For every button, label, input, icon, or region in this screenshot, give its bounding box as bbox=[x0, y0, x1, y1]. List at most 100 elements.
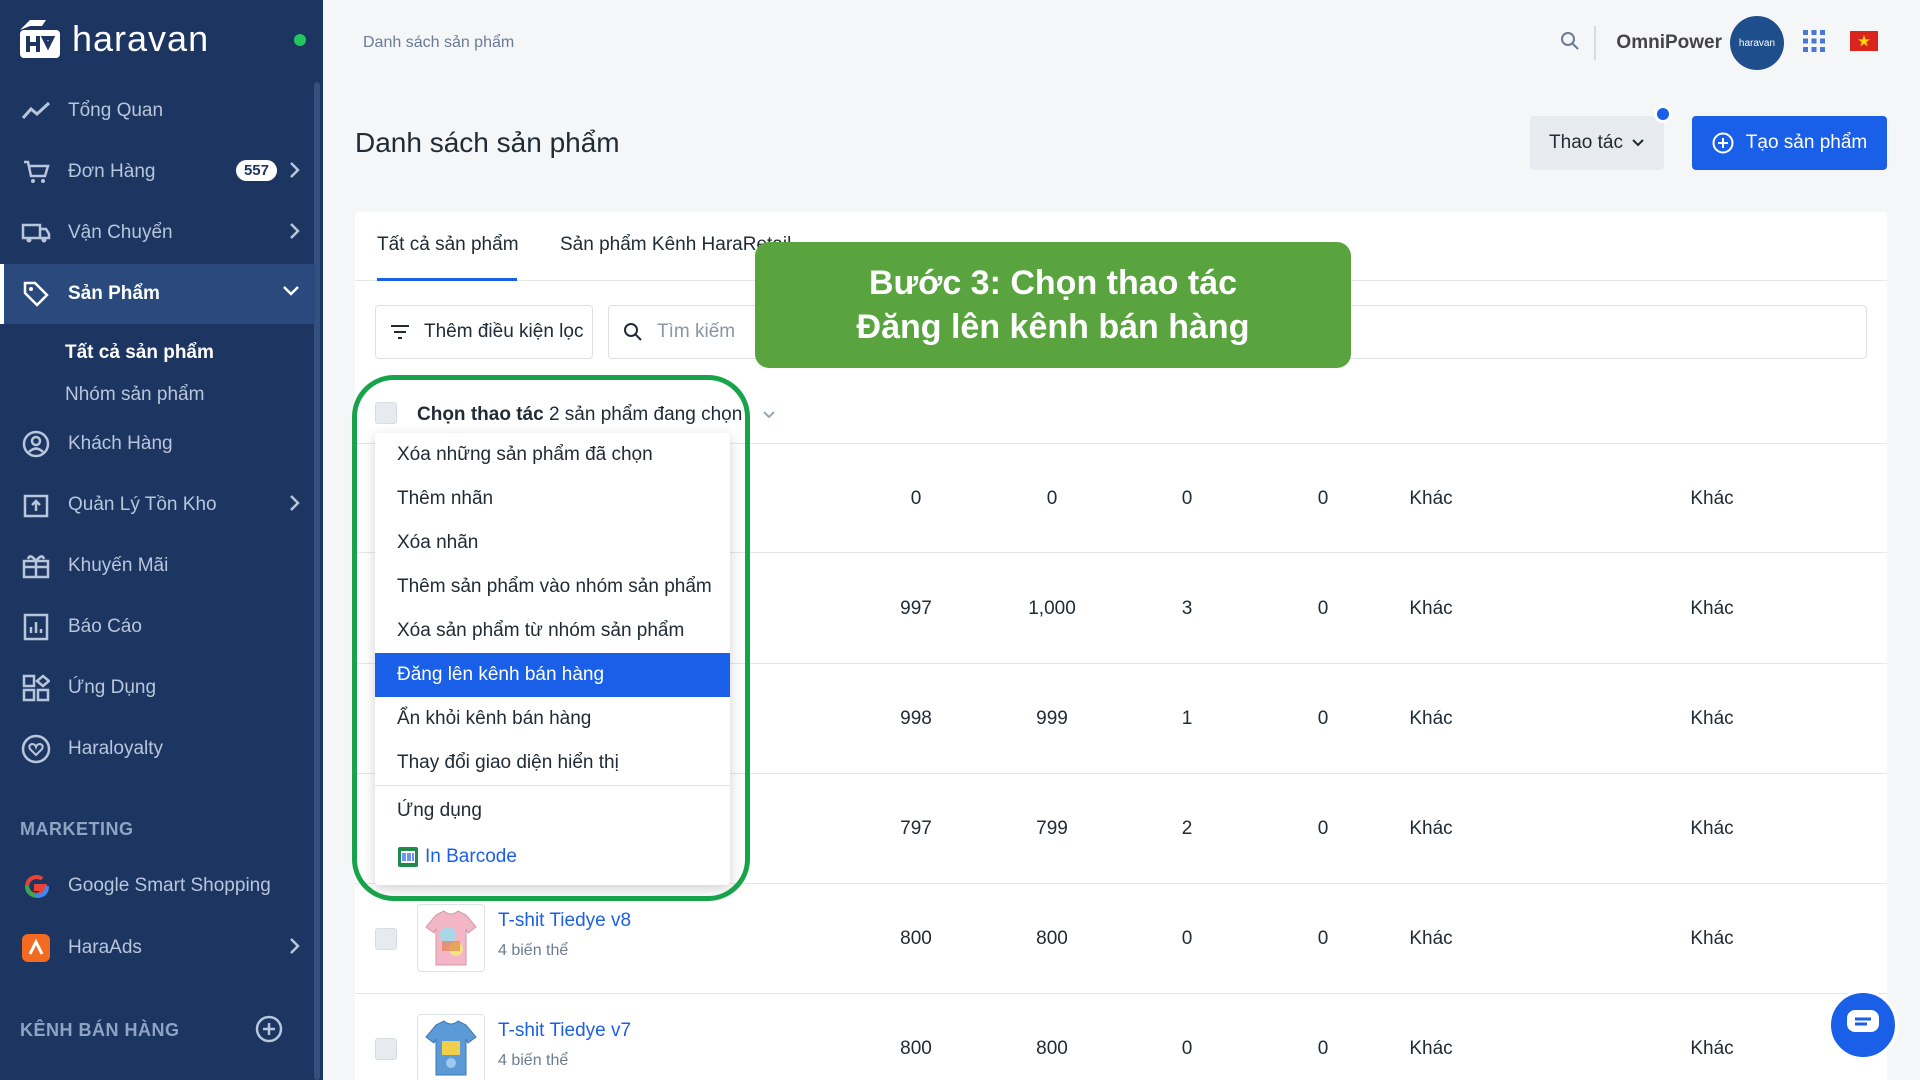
barcode-label: In Barcode bbox=[425, 846, 517, 867]
cell-value: 1,000 bbox=[1028, 598, 1076, 619]
haraads-icon bbox=[20, 932, 52, 964]
cell-value: 800 bbox=[1036, 1038, 1068, 1059]
cell-value: 0 bbox=[1317, 598, 1329, 619]
step-callout: Bước 3: Chọn thao tác Đăng lên kênh bán … bbox=[755, 242, 1351, 368]
haravan-logo[interactable]: haravan bbox=[16, 16, 209, 62]
cell-value: Khác bbox=[1409, 598, 1453, 619]
orders-count-badge: 557 bbox=[235, 160, 277, 181]
sidebar-item-haraloyalty[interactable]: Haraloyalty bbox=[0, 719, 315, 779]
search-placeholder: Tìm kiếm bbox=[657, 321, 736, 342]
chevron-right-icon bbox=[289, 160, 301, 186]
vietnam-flag-icon[interactable] bbox=[1850, 30, 1878, 56]
create-button-label: Tạo sản phẩm bbox=[1745, 132, 1868, 153]
sidebar-item-label: HaraAds bbox=[68, 937, 142, 958]
table-row[interactable]: T-shit Tiedye v8 4 biến thể 800 800 0 0 … bbox=[355, 884, 1887, 994]
cell-value: 0 bbox=[1181, 488, 1193, 509]
cell-value: 0 bbox=[1317, 818, 1329, 839]
sidebar-item-google-smart-shopping[interactable]: Google Smart Shopping bbox=[0, 856, 315, 916]
marketing-section-title: MARKETING bbox=[20, 819, 134, 839]
chevron-down-icon bbox=[1631, 132, 1645, 154]
app-grid-icon[interactable] bbox=[1802, 29, 1826, 58]
product-thumbnail[interactable] bbox=[417, 904, 485, 972]
sidebar-item-label: Khách Hàng bbox=[68, 433, 173, 454]
apps-icon bbox=[20, 672, 52, 704]
product-variants: 4 biến thể bbox=[498, 942, 569, 959]
sales-channels-section-title: KÊNH BÁN HÀNG bbox=[20, 1020, 180, 1040]
menu-item-remove-tag[interactable]: Xóa nhãn bbox=[375, 521, 730, 565]
topbar-right: OmniPower haravan bbox=[1560, 14, 1920, 72]
row-checkbox[interactable] bbox=[375, 1038, 397, 1060]
product-name-link[interactable]: T-shit Tiedye v7 bbox=[498, 1020, 631, 1042]
active-tab-indicator bbox=[377, 278, 517, 281]
product-variants: 4 biến thể bbox=[498, 1052, 569, 1069]
sidebar-item-products[interactable]: Sản Phẩm bbox=[0, 264, 315, 324]
bulk-action-dropdown: Xóa những sản phẩm đã chọn Thêm nhãn Xóa… bbox=[375, 433, 730, 885]
sidebar-item-promotions[interactable]: Khuyến Mãi bbox=[0, 536, 315, 596]
cell-value: 0 bbox=[1317, 1038, 1329, 1059]
inventory-icon bbox=[20, 489, 52, 521]
menu-item-delete-selected[interactable]: Xóa những sản phẩm đã chọn bbox=[375, 433, 730, 477]
cell-value: Khác bbox=[1409, 708, 1453, 729]
actions-dropdown-button[interactable]: Thao tác bbox=[1530, 116, 1664, 170]
sidebar-item-haraads[interactable]: HaraAds bbox=[0, 918, 315, 978]
cell-value: 998 bbox=[900, 708, 932, 729]
haravan-logo-icon bbox=[16, 16, 68, 62]
online-status-dot bbox=[294, 34, 306, 46]
bulk-action-label: Chọn thao tác bbox=[417, 404, 544, 425]
sidebar-item-label: Vận Chuyển bbox=[68, 222, 173, 243]
select-all-checkbox[interactable] bbox=[375, 402, 397, 424]
cell-value: 0 bbox=[1317, 928, 1329, 949]
avatar[interactable]: haravan bbox=[1730, 16, 1784, 70]
bulk-action-selector[interactable]: Chọn thao tác 2 sản phẩm đang chọn bbox=[417, 404, 776, 426]
chat-button[interactable] bbox=[1828, 990, 1898, 1060]
cell-value: 2 bbox=[1181, 818, 1193, 839]
cell-value: 800 bbox=[1036, 928, 1068, 949]
row-checkbox[interactable] bbox=[375, 928, 397, 950]
sidebar-item-label: Sản Phẩm bbox=[68, 283, 160, 304]
menu-item-print-barcode[interactable]: In Barcode bbox=[375, 835, 730, 879]
product-name-link[interactable]: T-shit Tiedye v8 bbox=[498, 910, 631, 932]
tab-all-products[interactable]: Tất cả sản phẩm bbox=[377, 234, 519, 256]
menu-item-publish-to-channel[interactable]: Đăng lên kênh bán hàng bbox=[375, 653, 730, 697]
menu-item-remove-from-group[interactable]: Xóa sản phẩm từ nhóm sản phẩm bbox=[375, 609, 730, 653]
table-row[interactable]: T-shit Tiedye v7 4 biến thể 800 800 0 0 … bbox=[355, 994, 1887, 1080]
avatar-text: haravan bbox=[1738, 37, 1776, 49]
menu-item-add-to-group[interactable]: Thêm sản phẩm vào nhóm sản phẩm bbox=[375, 565, 730, 609]
search-icon[interactable] bbox=[1560, 31, 1580, 56]
cell-value: Khác bbox=[1409, 928, 1453, 949]
cell-value: Khác bbox=[1409, 488, 1453, 509]
sidebar-item-customers[interactable]: Khách Hàng bbox=[0, 414, 315, 474]
cell-value: 0 bbox=[910, 488, 922, 509]
menu-divider bbox=[375, 785, 730, 786]
actions-button-label: Thao tác bbox=[1549, 132, 1623, 153]
product-thumbnail[interactable] bbox=[417, 1014, 485, 1080]
sidebar-item-reports[interactable]: Báo Cáo bbox=[0, 597, 315, 657]
cell-value: 800 bbox=[900, 1038, 932, 1059]
add-channel-icon[interactable] bbox=[255, 1015, 283, 1048]
menu-item-change-template[interactable]: Thay đổi giao diện hiển thị bbox=[375, 741, 730, 785]
menu-item-add-tag[interactable]: Thêm nhãn bbox=[375, 477, 730, 521]
filter-icon bbox=[390, 324, 410, 340]
sidebar-item-inventory[interactable]: Quản Lý Tồn Kho bbox=[0, 475, 315, 535]
chat-icon bbox=[1845, 1008, 1881, 1043]
sidebar-item-shipping[interactable]: Vận Chuyển bbox=[0, 203, 315, 263]
logo-text: haravan bbox=[72, 18, 210, 59]
cell-value: 3 bbox=[1181, 598, 1193, 619]
chevron-down-icon bbox=[281, 282, 301, 304]
sidebar-subitem-product-groups[interactable]: Nhóm sản phẩm bbox=[65, 384, 204, 406]
sidebar-item-overview[interactable]: Tổng Quan bbox=[0, 81, 315, 141]
cell-value: Khác bbox=[1409, 818, 1453, 839]
breadcrumb[interactable]: Danh sách sản phẩm bbox=[363, 34, 514, 52]
barcode-icon bbox=[397, 846, 419, 868]
sidebar-subitem-all-products[interactable]: Tất cả sản phẩm bbox=[65, 342, 214, 364]
sidebar-item-label: Tổng Quan bbox=[68, 100, 164, 121]
cart-icon bbox=[20, 156, 52, 188]
sidebar-item-apps[interactable]: Ứng Dụng bbox=[0, 658, 315, 718]
add-filter-button[interactable]: Thêm điều kiện lọc bbox=[375, 305, 593, 359]
user-name[interactable]: OmniPower bbox=[1616, 32, 1722, 54]
menu-item-hide-from-channel[interactable]: Ẩn khỏi kênh bán hàng bbox=[375, 697, 730, 741]
sidebar-item-orders[interactable]: Đơn Hàng 557 bbox=[0, 142, 315, 202]
cell-value: 997 bbox=[900, 598, 932, 619]
cell-value: 797 bbox=[900, 818, 932, 839]
create-product-button[interactable]: Tạo sản phẩm bbox=[1692, 116, 1887, 170]
